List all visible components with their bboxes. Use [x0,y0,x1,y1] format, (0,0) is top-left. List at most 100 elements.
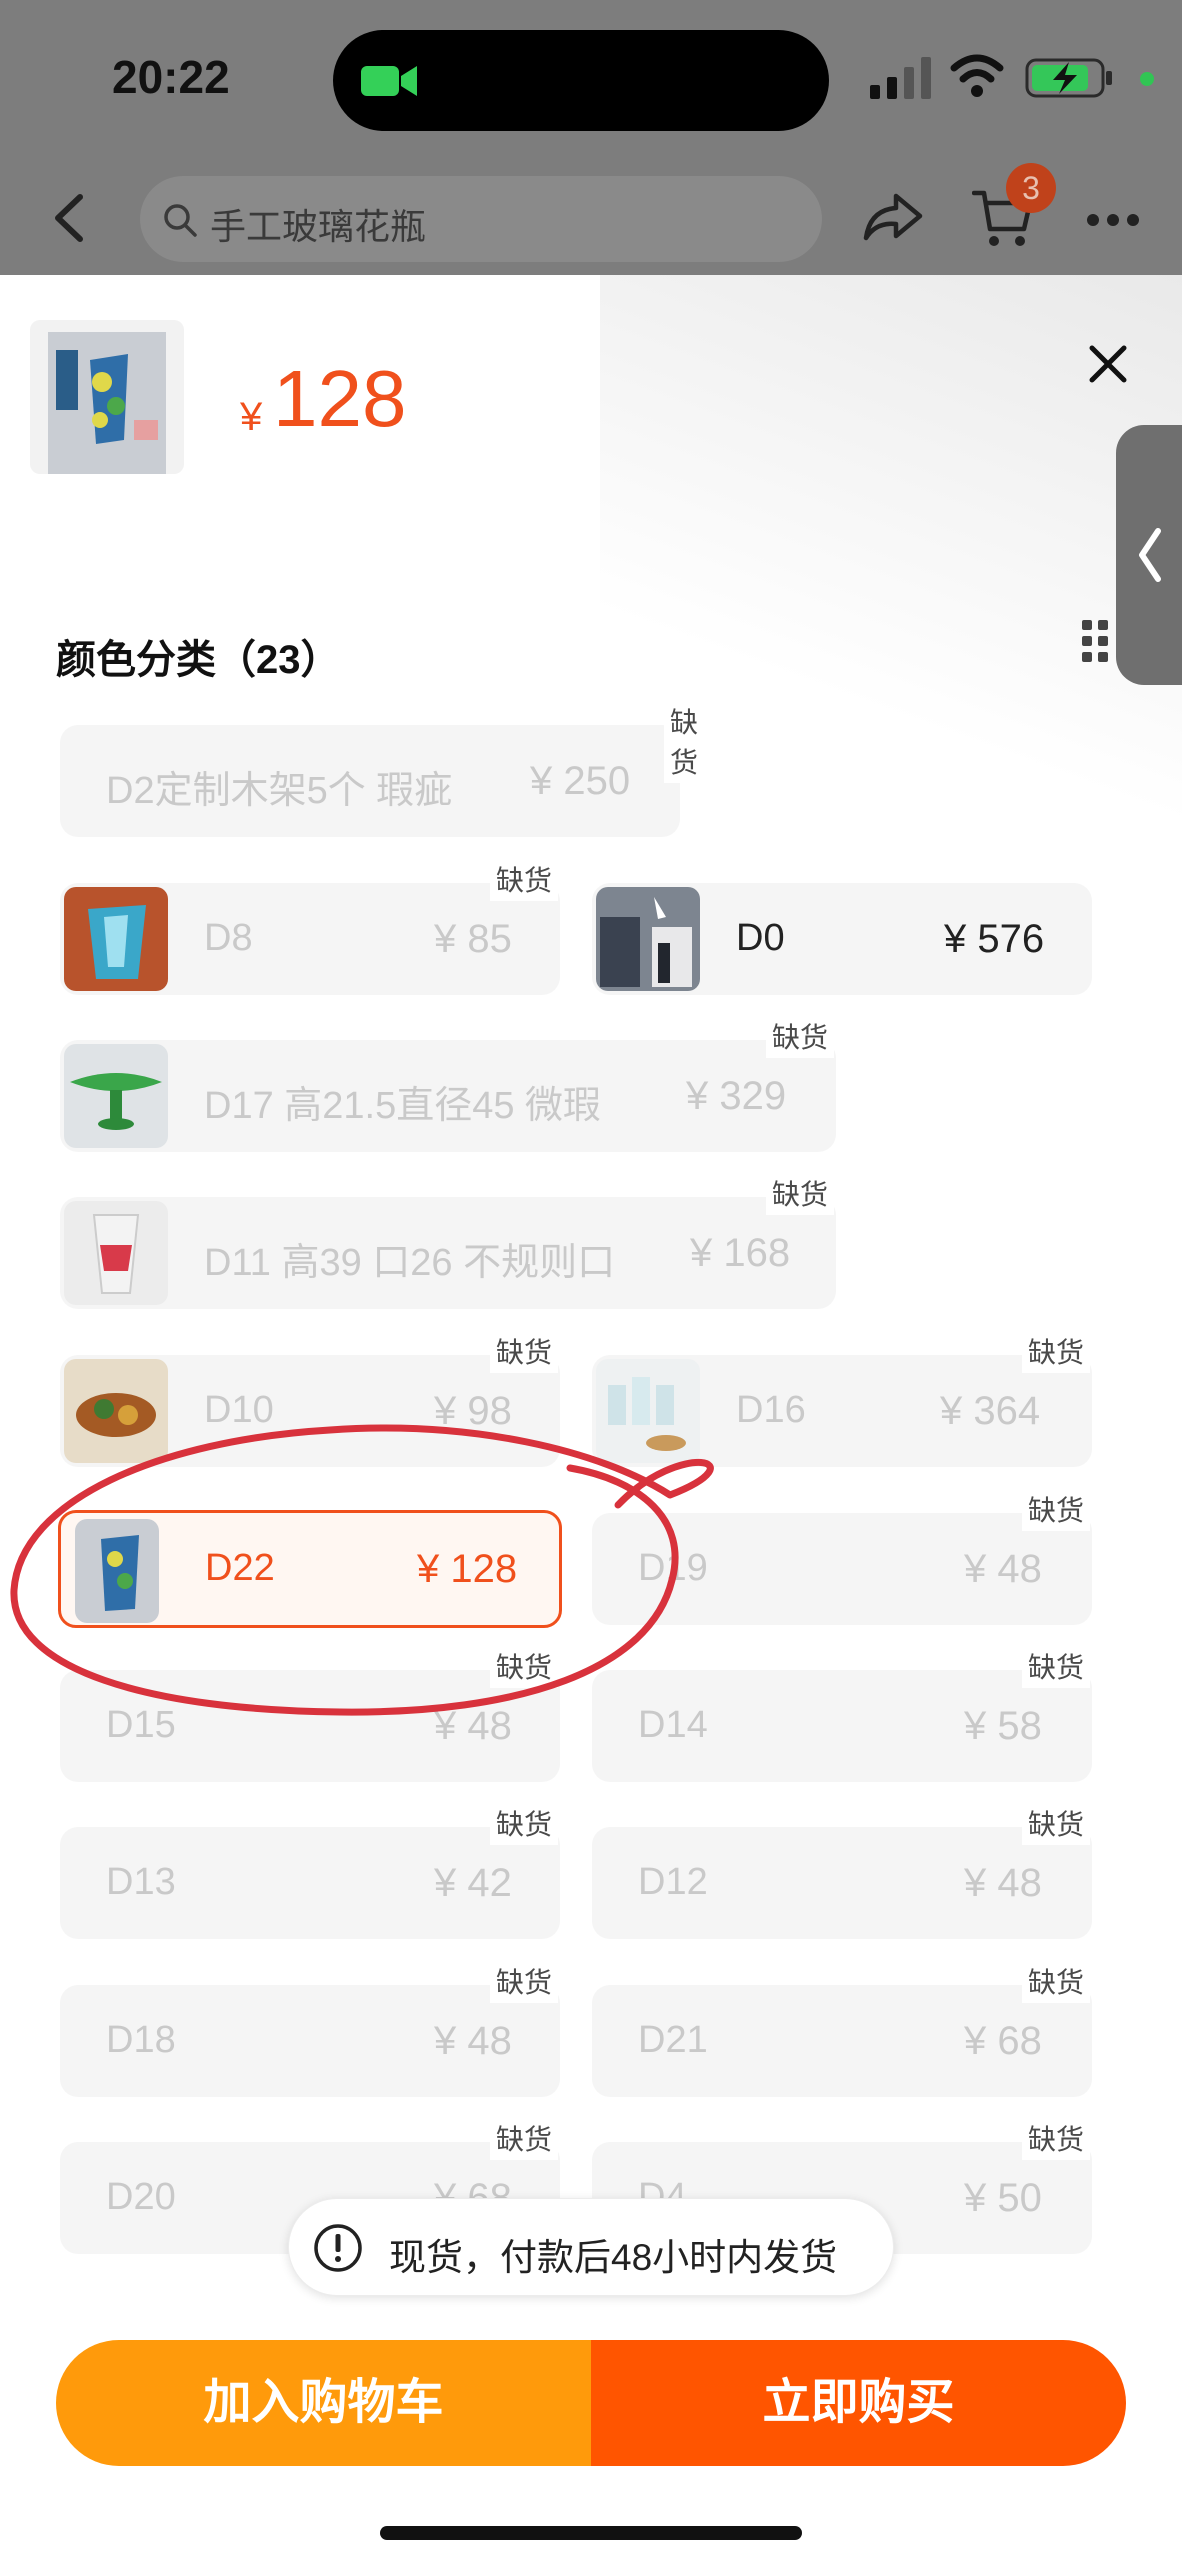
sku-label: D16 [736,1389,806,1431]
sku-price: ¥ 576 [944,917,1045,961]
sku-price: ¥ 42 [434,1861,512,1905]
grid-view-icon[interactable] [1080,618,1110,664]
search-query: 手工玻璃花瓶 [210,206,427,247]
out-of-stock-badge: 缺货 [490,857,559,901]
out-of-stock-badge: 缺货 [1022,1329,1091,1373]
battery-charging-icon [1025,58,1112,98]
sku-price: ¥ 68 [964,2019,1042,2063]
sku-option-d16[interactable]: D16 ¥ 364 缺货 [592,1329,1092,1467]
out-of-stock-badge: 缺货 [766,1014,835,1058]
price-currency: ¥ [240,395,263,439]
selected-price: 128 [273,354,407,443]
out-of-stock-badge: 缺货 [766,1171,835,1215]
sku-option-d14[interactable]: D14 ¥ 58 缺货 [592,1644,1092,1782]
vase-photo-icon [48,332,166,474]
sku-price: ¥ 48 [964,1861,1042,1905]
facetime-camera-icon [361,66,417,96]
out-of-stock-badge: 缺货 [664,699,705,783]
shipping-notice: 现货，付款后48小时内发货 [288,2198,894,2296]
sku-label: D20 [106,2176,176,2218]
product-thumbnail[interactable] [30,320,184,474]
vase-photo-icon [596,887,700,991]
wifi-icon [950,54,1004,97]
sku-price: ¥ 329 [686,1074,787,1118]
sku-option-d21[interactable]: D21 ¥ 68 缺货 [592,1959,1092,2097]
sku-price: ¥ 58 [964,1704,1042,1748]
sku-label: D17 高21.5直径45 微瑕 [204,1085,602,1127]
sku-label: D21 [638,2019,708,2061]
add-to-cart-button[interactable]: 加入购物车 [56,2340,591,2466]
sku-price: ¥ 48 [964,1547,1042,1591]
action-bar: 加入购物车 立即购买 [56,2340,1126,2466]
sku-thumbnail [64,887,168,991]
sku-option-d12[interactable]: D12 ¥ 48 缺货 [592,1801,1092,1939]
sku-price: ¥ 85 [434,917,512,961]
sku-price: ¥ 98 [434,1389,512,1433]
sku-option-d2[interactable]: D2定制木架5个 瑕疵 ¥ 250 缺货 [60,699,705,837]
share-icon[interactable] [862,190,924,244]
sku-thumbnail [596,887,700,991]
sku-price: ¥ 128 [417,1547,518,1591]
out-of-stock-badge: 缺货 [1022,1487,1091,1531]
sku-label: D14 [638,1704,708,1746]
sku-price: ¥ 48 [434,2019,512,2063]
out-of-stock-badge: 缺货 [490,1801,559,1845]
back-arrow-icon[interactable] [48,193,92,243]
more-icon[interactable] [1085,212,1141,228]
out-of-stock-badge: 缺货 [1022,2116,1091,2160]
out-of-stock-badge: 缺货 [1022,1959,1091,2003]
status-time: 20:22 [112,51,230,103]
sku-thumbnail [64,1044,168,1148]
bowl-photo-icon [64,1044,168,1148]
color-category-title: 颜色分类（23） [56,638,341,682]
sku-label: D2定制木架5个 瑕疵 [106,770,453,812]
sku-option-d19[interactable]: D19 ¥ 48 缺货 [592,1487,1092,1625]
sku-label: D19 [638,1547,708,1589]
sku-option-d11[interactable]: D11 高39 口26 不规则口 ¥ 168 缺货 [60,1171,836,1309]
home-indicator[interactable] [380,2526,802,2540]
sku-option-d17[interactable]: D17 高21.5直径45 微瑕 ¥ 329 缺货 [60,1014,836,1152]
shipping-notice-text: 现货，付款后48小时内发货 [389,2237,838,2278]
sku-price: ¥ 364 [940,1389,1041,1433]
out-of-stock-badge: 缺货 [490,1644,559,1688]
sku-label: D15 [106,1704,176,1746]
sku-price: ¥ 50 [964,2176,1042,2220]
out-of-stock-badge: 缺货 [1022,1644,1091,1688]
sku-price: ¥ 168 [690,1231,791,1275]
sku-option-d18[interactable]: D18 ¥ 48 缺货 [60,1959,560,2097]
sku-label: D10 [204,1389,274,1431]
out-of-stock-badge: 缺货 [490,1329,559,1373]
vase-photo-icon [64,1201,168,1305]
dynamic-island [333,30,829,131]
chevron-left-icon [1139,528,1161,582]
search-icon [164,204,197,237]
glasses-photo-icon [596,1359,700,1463]
out-of-stock-badge: 缺货 [490,2116,559,2160]
sku-price: ¥ 48 [434,1704,512,1748]
sku-option-d13[interactable]: D13 ¥ 42 缺货 [60,1801,560,1939]
sku-option-d15[interactable]: D15 ¥ 48 缺货 [60,1644,560,1782]
sku-option-d0[interactable]: D0 ¥ 576 [592,883,1092,995]
privacy-indicator-dot [1140,72,1154,86]
sku-label: D22 [205,1547,275,1589]
vase-photo-icon [64,887,168,991]
sku-option-d22[interactable]: D22 ¥ 128 [58,1510,562,1628]
close-icon[interactable] [1086,342,1130,386]
sku-label: D18 [106,2019,176,2061]
app-header: 20:22 手工玻璃花瓶 3 [0,0,1182,275]
sku-price: ¥ 250 [530,759,631,803]
sku-thumbnail [596,1359,700,1463]
sku-label: D13 [106,1861,176,1903]
buy-now-button[interactable]: 立即购买 [591,2340,1126,2466]
search-bar[interactable]: 手工玻璃花瓶 [140,176,822,262]
sku-label: D0 [736,917,785,959]
side-panel-handle[interactable] [1116,425,1182,685]
sku-option-d8[interactable]: D8 ¥ 85 缺货 [60,857,560,995]
sku-label: D8 [204,917,253,959]
sku-option-d10[interactable]: D10 ¥ 98 缺货 [60,1329,560,1467]
vase-photo-icon [75,1519,159,1623]
sku-thumbnail [75,1519,159,1623]
cellular-signal-icon [870,57,931,99]
info-icon [314,2224,362,2272]
out-of-stock-badge: 缺货 [1022,1801,1091,1845]
